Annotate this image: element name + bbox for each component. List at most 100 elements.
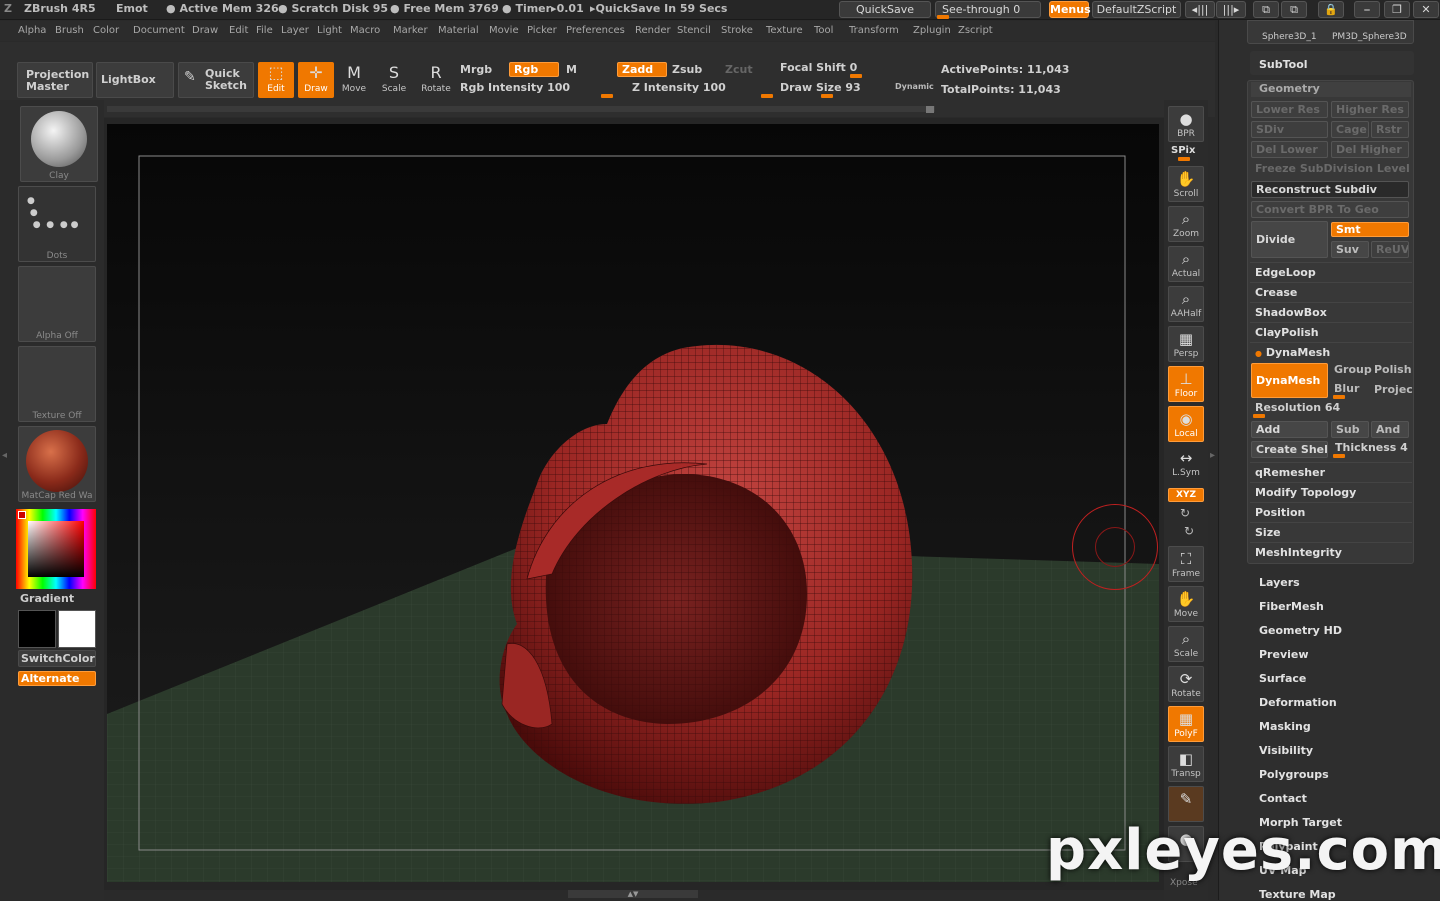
z-intensity-knob[interactable] xyxy=(761,94,773,98)
spix-knob[interactable] xyxy=(1178,157,1190,161)
lsym-button[interactable]: ↔ L.Sym xyxy=(1168,446,1204,482)
and-button[interactable]: And xyxy=(1371,421,1409,438)
shadowbox-subpalette[interactable]: ShadowBox xyxy=(1250,302,1412,321)
edgeloop-subpalette[interactable]: EdgeLoop xyxy=(1250,262,1412,281)
layout-alt-icon[interactable]: ⧉ xyxy=(1281,1,1307,18)
section-polygroups[interactable]: Polygroups xyxy=(1259,768,1329,781)
menu-macro[interactable]: Macro xyxy=(350,25,380,36)
rgb-intensity-slider[interactable]: Rgb Intensity 100 xyxy=(460,81,570,94)
texture-selector[interactable]: Texture Off xyxy=(18,346,96,422)
menu-texture[interactable]: Texture xyxy=(766,25,803,36)
section-layers[interactable]: Layers xyxy=(1259,576,1300,589)
zcut-toggle[interactable]: Zcut xyxy=(725,63,753,76)
rotate-mode-button[interactable]: R Rotate xyxy=(418,62,454,98)
size-subpalette[interactable]: Size xyxy=(1250,522,1412,541)
menu-edit[interactable]: Edit xyxy=(229,25,248,36)
subtool-header[interactable]: SubTool xyxy=(1250,51,1414,75)
project-toggle[interactable]: Projec xyxy=(1374,383,1413,396)
divide-button[interactable]: Divide xyxy=(1251,221,1328,258)
menu-document[interactable]: Document xyxy=(133,25,185,36)
menu-render[interactable]: Render xyxy=(635,25,671,36)
right-collapse-arrow-icon[interactable]: ▸ xyxy=(1210,450,1215,461)
document-canvas[interactable] xyxy=(107,124,1159,882)
lightbox-button[interactable]: LightBox xyxy=(96,62,174,98)
mesh-model[interactable] xyxy=(499,344,913,804)
see-through-knob[interactable] xyxy=(937,15,949,19)
menu-preferences[interactable]: Preferences xyxy=(566,25,625,36)
rotate-z-icon[interactable]: ↻ xyxy=(1184,524,1194,538)
polyf-button[interactable]: ▦ PolyF xyxy=(1168,706,1204,742)
zadd-toggle[interactable]: Zadd xyxy=(617,62,667,77)
group-toggle[interactable]: Group xyxy=(1334,363,1372,376)
zoom-button[interactable]: ⌕ Zoom xyxy=(1168,206,1204,242)
brush-selector[interactable]: Clay xyxy=(20,106,98,182)
menu-color[interactable]: Color xyxy=(93,25,119,36)
m-toggle[interactable]: M xyxy=(566,63,577,76)
top-scrollbar-thumb[interactable] xyxy=(926,106,934,113)
rgb-intensity-knob[interactable] xyxy=(601,94,613,98)
meshintegrity-subpalette[interactable]: MeshIntegrity xyxy=(1250,542,1412,561)
xyz-toggle[interactable]: XYZ xyxy=(1168,488,1204,502)
section-fibermesh[interactable]: FiberMesh xyxy=(1259,600,1324,613)
sub-button[interactable]: Sub xyxy=(1331,421,1369,438)
create-shell-button[interactable]: Create Shell xyxy=(1251,441,1328,458)
geometry-header[interactable]: Geometry xyxy=(1251,82,1411,97)
lock-icon[interactable]: 🔒 xyxy=(1318,1,1344,18)
blur-slider[interactable]: Blur xyxy=(1334,382,1359,395)
frame-button[interactable]: ⛶ Frame xyxy=(1168,546,1204,582)
menu-marker[interactable]: Marker xyxy=(393,25,428,36)
focal-shift-knob[interactable] xyxy=(850,74,862,78)
menu-transform[interactable]: Transform xyxy=(849,25,899,36)
alternate-toggle[interactable]: Alternate xyxy=(18,671,96,686)
menu-brush[interactable]: Brush xyxy=(55,25,84,36)
reuv-button[interactable]: ReUV xyxy=(1371,241,1409,258)
restore-icon[interactable]: ❐ xyxy=(1384,1,1410,18)
add-button[interactable]: Add xyxy=(1251,421,1328,438)
rotate-y-icon[interactable]: ↻ xyxy=(1180,506,1190,520)
position-subpalette[interactable]: Position xyxy=(1250,502,1412,521)
del-higher-button[interactable]: Del Higher xyxy=(1331,141,1409,158)
sdiv-slider[interactable]: SDiv xyxy=(1251,121,1328,138)
section-visibility[interactable]: Visibility xyxy=(1259,744,1313,757)
mrgb-toggle[interactable]: Mrgb xyxy=(460,63,492,76)
aahalf-button[interactable]: ⌕ AAHalf xyxy=(1168,286,1204,322)
menu-tool[interactable]: Tool xyxy=(814,25,833,36)
thickness-slider[interactable]: Thickness 4 xyxy=(1335,441,1408,454)
rstr-button[interactable]: Rstr xyxy=(1371,121,1409,138)
gradient-label[interactable]: Gradient xyxy=(20,592,74,605)
lower-res-button[interactable]: Lower Res xyxy=(1251,101,1328,118)
menu-zplugin[interactable]: Zplugin xyxy=(913,25,951,36)
section-texture-map[interactable]: Texture Map xyxy=(1259,888,1336,901)
menu-stencil[interactable]: Stencil xyxy=(677,25,711,36)
color-picker[interactable] xyxy=(16,509,96,589)
bpr-button[interactable]: ● BPR xyxy=(1168,106,1204,142)
section-deformation[interactable]: Deformation xyxy=(1259,696,1337,709)
switchcolor-button[interactable]: SwitchColor xyxy=(18,650,96,667)
reconstruct-subdiv-button[interactable]: Reconstruct Subdiv xyxy=(1251,181,1409,198)
del-lower-button[interactable]: Del Lower xyxy=(1251,141,1328,158)
quicksave-button[interactable]: QuickSave xyxy=(839,1,931,18)
menu-picker[interactable]: Picker xyxy=(527,25,557,36)
convert-bpr-button[interactable]: Convert BPR To Geo xyxy=(1251,201,1409,218)
quick-sketch-button[interactable]: ✎ Quick Sketch xyxy=(178,62,254,98)
rotate-button[interactable]: ⟳ Rotate xyxy=(1168,666,1204,702)
see-through-slider[interactable]: See-through 0 xyxy=(935,1,1041,18)
menu-draw[interactable]: Draw xyxy=(192,25,218,36)
section-surface[interactable]: Surface xyxy=(1259,672,1306,685)
move-button[interactable]: ✋ Move xyxy=(1168,586,1204,622)
stroke-selector[interactable]: ● ● ● ● ● ● Dots xyxy=(18,186,96,262)
spix-slider[interactable]: SPix xyxy=(1171,145,1195,156)
z-intensity-slider[interactable]: Z Intensity 100 xyxy=(632,81,726,94)
draw-size-knob[interactable] xyxy=(821,94,833,98)
scale-mode-button[interactable]: S Scale xyxy=(376,62,412,98)
forward-icon[interactable]: |||▸ xyxy=(1216,1,1246,18)
draw-mode-button[interactable]: ✛ Draw xyxy=(298,62,334,98)
menus-toggle[interactable]: Menus xyxy=(1049,1,1091,18)
section-contact[interactable]: Contact xyxy=(1259,792,1307,805)
close-icon[interactable]: ✕ xyxy=(1413,1,1439,18)
thickness-knob[interactable] xyxy=(1333,454,1345,458)
blur-knob[interactable] xyxy=(1333,395,1345,399)
dynamesh-subpalette[interactable]: ● DynaMesh xyxy=(1250,342,1412,361)
claypolish-subpalette[interactable]: ClayPolish xyxy=(1250,322,1412,341)
section-geometry-hd[interactable]: Geometry HD xyxy=(1259,624,1342,637)
